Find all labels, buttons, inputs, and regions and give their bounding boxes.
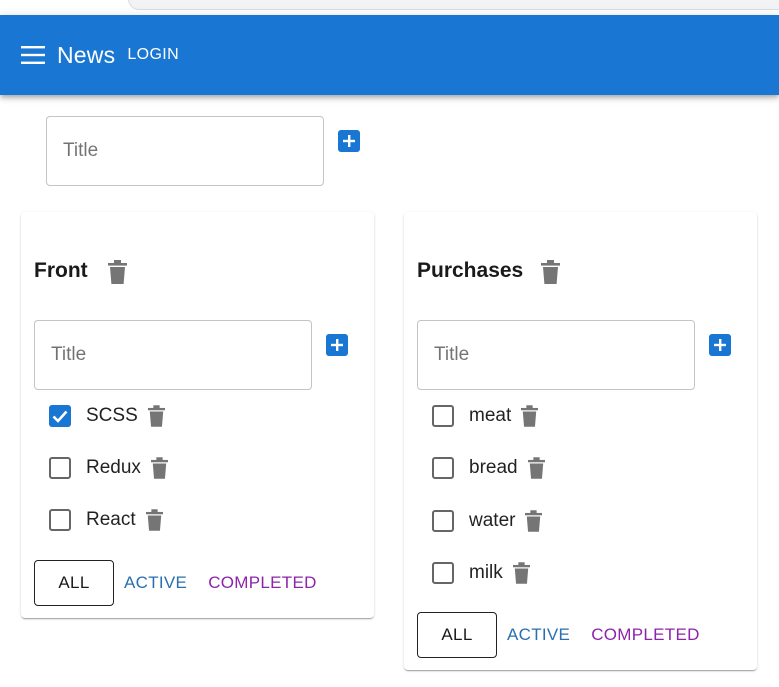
filter-active-button[interactable]: ACTIVE — [507, 625, 570, 645]
list-item: SCSS — [49, 401, 165, 431]
filter-all-button[interactable]: ALL — [417, 612, 497, 658]
new-task-title-input[interactable] — [35, 321, 311, 389]
add-list-button[interactable] — [338, 130, 360, 152]
list-item: bread — [432, 453, 545, 483]
task-label: meat — [469, 405, 512, 426]
delete-task-button[interactable] — [521, 405, 539, 427]
list-item: meat — [432, 401, 539, 431]
task-label: milk — [469, 562, 503, 583]
add-task-button[interactable] — [326, 334, 348, 356]
list-item: milk — [432, 558, 530, 588]
task-checkbox[interactable] — [432, 457, 454, 479]
filter-active-button[interactable]: ACTIVE — [124, 573, 187, 593]
delete-task-button[interactable] — [525, 510, 543, 532]
trash-icon — [512, 562, 530, 584]
menu-button[interactable] — [20, 45, 46, 65]
delete-task-button[interactable] — [147, 405, 165, 427]
add-box-icon — [714, 339, 726, 351]
add-task-button[interactable] — [709, 334, 731, 356]
task-label: bread — [469, 457, 518, 478]
new-list-title-input[interactable] — [47, 117, 323, 185]
task-label: React — [86, 509, 136, 530]
delete-task-button[interactable] — [150, 457, 168, 479]
app-bar: News LOGIN — [0, 15, 779, 95]
check-icon — [52, 410, 68, 423]
login-button[interactable]: LOGIN — [127, 44, 179, 66]
new-task-title-field[interactable] — [34, 320, 312, 390]
filter-all-button[interactable]: ALL — [34, 560, 114, 606]
new-task-title-field[interactable] — [417, 320, 695, 390]
add-box-icon — [343, 135, 355, 147]
task-checkbox[interactable] — [49, 405, 71, 427]
browser-address-strip — [0, 0, 779, 15]
trash-icon — [541, 260, 560, 284]
list-item: React — [49, 505, 163, 535]
delete-task-button[interactable] — [512, 562, 530, 584]
task-label: Redux — [86, 457, 141, 478]
new-list-title-field[interactable] — [46, 116, 324, 186]
todo-list-card-purchases: Purchases meat bread — [404, 212, 757, 670]
todo-list-card-front: Front SCSS — [21, 212, 374, 618]
trash-icon — [145, 509, 163, 531]
list-item: water — [432, 506, 543, 536]
task-checkbox[interactable] — [432, 405, 454, 427]
task-label: SCSS — [86, 405, 138, 426]
delete-task-button[interactable] — [145, 509, 163, 531]
trash-icon — [150, 457, 168, 479]
app-title: News — [57, 41, 116, 68]
trash-icon — [521, 405, 539, 427]
task-label: water — [469, 510, 516, 531]
card-title: Purchases — [417, 259, 524, 282]
task-checkbox[interactable] — [49, 509, 71, 531]
delete-list-button[interactable] — [108, 260, 127, 284]
filter-completed-button[interactable]: COMPLETED — [208, 573, 317, 593]
new-task-title-input[interactable] — [418, 321, 694, 389]
task-checkbox[interactable] — [432, 510, 454, 532]
add-box-icon — [331, 339, 343, 351]
browser-address-bar[interactable] — [128, 0, 779, 10]
delete-task-button[interactable] — [527, 457, 545, 479]
filter-buttons: ALL ACTIVE COMPLETED — [417, 612, 700, 658]
menu-icon — [21, 46, 45, 64]
list-item: Redux — [49, 453, 168, 483]
delete-list-button[interactable] — [541, 260, 560, 284]
trash-icon — [527, 457, 545, 479]
task-checkbox[interactable] — [49, 457, 71, 479]
card-title: Front — [34, 259, 88, 282]
filter-buttons: ALL ACTIVE COMPLETED — [34, 560, 317, 606]
trash-icon — [525, 510, 543, 532]
filter-completed-button[interactable]: COMPLETED — [591, 625, 700, 645]
trash-icon — [108, 260, 127, 284]
task-checkbox[interactable] — [432, 562, 454, 584]
trash-icon — [147, 405, 165, 427]
